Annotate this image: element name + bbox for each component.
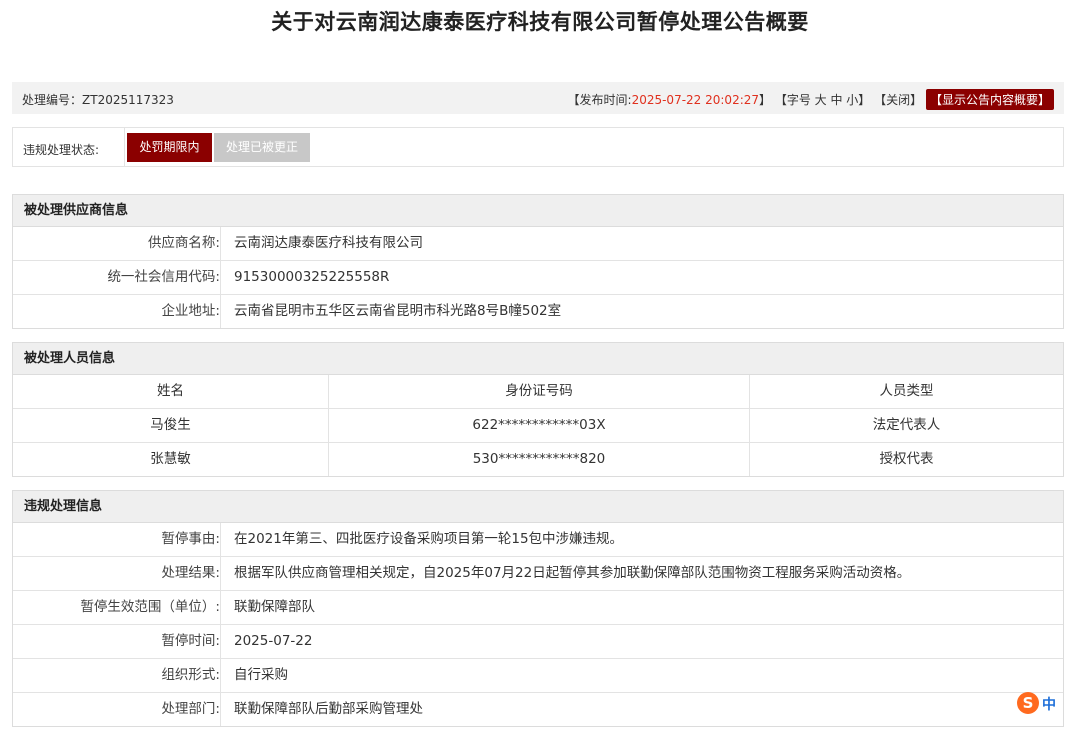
person-type: 授权代表	[879, 451, 934, 467]
violation-field-value: 联勤保障部队	[234, 599, 315, 615]
close-link[interactable]: 【关闭】	[874, 91, 922, 108]
supplier-field-value: 91530000325225558R	[234, 269, 390, 285]
supplier-field-value: 云南润达康泰医疗科技有限公司	[234, 235, 423, 251]
column-header-name: 姓名	[13, 375, 329, 408]
column-header-type: 人员类型	[879, 383, 934, 399]
violation-field-value: 根据军队供应商管理相关规定，自2025年07月22日起暂停其参加联勤保障部队范围…	[234, 565, 911, 581]
violation-row: 暂停生效范围（单位）: 联勤保障部队	[13, 591, 1063, 625]
violation-field-value: 在2021年第三、四批医疗设备采购项目第一轮15包中涉嫌违规。	[234, 531, 624, 547]
sogou-ime-icon[interactable]: S	[1017, 692, 1039, 714]
person-name: 马俊生	[13, 409, 329, 442]
violation-field-label: 暂停时间:	[13, 625, 221, 658]
violation-section: 违规处理信息 暂停事由: 在2021年第三、四批医疗设备采购项目第一轮15包中涉…	[12, 490, 1064, 727]
violation-row: 处理部门: 联勤保障部队后勤部采购管理处	[13, 693, 1063, 726]
publish-time-label: 【发布时间:	[567, 93, 632, 107]
table-row: 马俊生 622************03X 法定代表人	[13, 409, 1063, 443]
violation-field-label: 暂停生效范围（单位）:	[13, 591, 221, 624]
violation-field-value: 联勤保障部队后勤部采购管理处	[234, 701, 423, 717]
violation-heading: 违规处理信息	[13, 491, 1063, 523]
person-name: 张慧敏	[13, 443, 329, 476]
status-divider	[124, 128, 125, 166]
ime-language-toggle[interactable]: 中	[1042, 694, 1056, 714]
supplier-field-label: 供应商名称:	[13, 227, 221, 260]
violation-field-label: 暂停事由:	[13, 523, 221, 556]
person-type: 法定代表人	[872, 417, 941, 433]
notice-meta-bar: 处理编号：ZT2025117323 【发布时间: 2025-07-22 20:0…	[12, 82, 1064, 114]
font-size-control[interactable]: 【字号 大 中 小】	[775, 91, 870, 108]
publish-time-value: 2025-07-22 20:02:27	[631, 93, 760, 107]
person-id-number: 530************820	[329, 443, 750, 476]
violation-field-label: 处理部门:	[13, 693, 221, 726]
persons-section: 被处理人员信息 姓名 身份证号码 人员类型 马俊生 622***********…	[12, 342, 1064, 477]
supplier-field-label: 企业地址:	[13, 295, 221, 328]
supplier-field-value: 云南省昆明市五华区云南省昆明市科光路8号B幢502室	[234, 303, 562, 319]
column-header-id: 身份证号码	[329, 375, 750, 408]
status-tag-corrected[interactable]: 处理已被更正	[214, 133, 310, 162]
violation-row: 处理结果: 根据军队供应商管理相关规定，自2025年07月22日起暂停其参加联勤…	[13, 557, 1063, 591]
ime-indicator[interactable]: S 中	[1017, 692, 1077, 714]
violation-status: 违规处理状态: 处罚期限内 处理已被更正	[12, 127, 1064, 167]
supplier-heading: 被处理供应商信息	[13, 195, 1063, 227]
status-tag-active[interactable]: 处罚期限内	[127, 133, 212, 162]
violation-field-label: 处理结果:	[13, 557, 221, 590]
serial-value: ZT2025117323	[82, 93, 174, 107]
supplier-row: 供应商名称: 云南润达康泰医疗科技有限公司	[13, 227, 1063, 261]
supplier-row: 企业地址: 云南省昆明市五华区云南省昆明市科光路8号B幢502室	[13, 295, 1063, 328]
meta-actions: 【发布时间: 2025-07-22 20:02:27】 【字号 大 中 小】 【…	[568, 89, 1054, 110]
publish-time-close: 】	[759, 93, 772, 107]
serial-number: 处理编号：ZT2025117323	[22, 91, 174, 108]
violation-field-label: 组织形式:	[13, 659, 221, 692]
supplier-field-label: 统一社会信用代码:	[13, 261, 221, 294]
show-summary-button[interactable]: 【显示公告内容概要】	[925, 89, 1054, 110]
supplier-row: 统一社会信用代码: 91530000325225558R	[13, 261, 1063, 295]
publish-time: 【发布时间: 2025-07-22 20:02:27】	[568, 91, 772, 108]
violation-field-value: 2025-07-22	[234, 633, 313, 649]
violation-field-value: 自行采购	[234, 667, 288, 683]
page-title: 关于对云南润达康泰医疗科技有限公司暂停处理公告概要	[271, 10, 809, 34]
table-row: 张慧敏 530************820 授权代表	[13, 443, 1063, 476]
persons-heading: 被处理人员信息	[13, 343, 1063, 375]
violation-row: 暂停事由: 在2021年第三、四批医疗设备采购项目第一轮15包中涉嫌违规。	[13, 523, 1063, 557]
person-id-number: 622************03X	[329, 409, 750, 442]
violation-row: 暂停时间: 2025-07-22	[13, 625, 1063, 659]
status-label: 违规处理状态:	[23, 143, 100, 157]
serial-label: 处理编号：	[22, 93, 83, 107]
persons-header-row: 姓名 身份证号码 人员类型	[13, 375, 1063, 409]
supplier-section: 被处理供应商信息 供应商名称: 云南润达康泰医疗科技有限公司 统一社会信用代码:…	[12, 194, 1064, 329]
violation-row: 组织形式: 自行采购	[13, 659, 1063, 693]
